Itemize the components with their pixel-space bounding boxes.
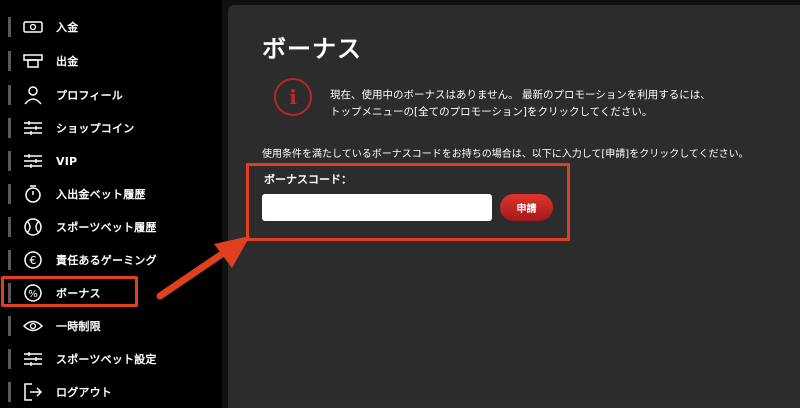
eye-icon xyxy=(22,315,44,337)
sidebar-item-time-limit[interactable]: 一時制限 xyxy=(0,309,222,343)
withdraw-icon xyxy=(22,50,44,72)
sliders-icon xyxy=(22,117,44,139)
sidebar-item-marker xyxy=(8,382,11,402)
svg-text:€: € xyxy=(30,254,37,267)
sidebar-item-marker xyxy=(8,217,11,237)
info-icon: i xyxy=(274,78,312,116)
apply-button[interactable]: 申請 xyxy=(500,194,553,221)
sidebar-item-sports-settings[interactable]: スポーツベット設定 xyxy=(0,342,222,376)
sidebar-item-profile[interactable]: プロフィール xyxy=(0,78,222,112)
sidebar-item-responsible-gaming[interactable]: € 責任あるゲーミング xyxy=(0,243,222,277)
sidebar-item-label: 一時制限 xyxy=(56,320,101,333)
sidebar-item-marker xyxy=(8,51,11,71)
page-title: ボーナス xyxy=(262,35,362,63)
bonus-code-input[interactable] xyxy=(262,194,492,221)
ball-icon xyxy=(22,216,44,238)
sidebar-item-label: ログアウト xyxy=(56,386,112,399)
stopwatch-icon xyxy=(22,183,44,205)
sidebar-item-label: スポーツベット履歴 xyxy=(56,221,157,234)
highlight-box-bonus xyxy=(1,276,138,307)
sliders-icon xyxy=(22,348,44,370)
sidebar-item-label: ショップコイン xyxy=(56,122,135,135)
sidebar-item-marker xyxy=(8,118,11,138)
sidebar-item-vip[interactable]: VIP xyxy=(0,144,222,178)
sidebar-item-sports-history[interactable]: スポーツベット履歴 xyxy=(0,210,222,244)
sidebar-item-marker xyxy=(8,250,11,270)
sidebar-item-label: スポーツベット設定 xyxy=(56,353,157,366)
sidebar-item-label: 入金 xyxy=(56,21,79,34)
sidebar: 入金 出金 プロフィール ショップコイン VIP 入出金ベット履歴 スポーツベッ… xyxy=(0,0,222,408)
sidebar-item-marker xyxy=(8,184,11,204)
sidebar-item-label: 責任あるゲーミング xyxy=(56,254,157,267)
sidebar-item-deposit[interactable]: 入金 xyxy=(0,10,222,44)
deposit-icon xyxy=(22,16,44,38)
sidebar-item-marker xyxy=(8,151,11,171)
bonus-panel: ボーナス i 現在、使用中のボーナスはありません。 最新のプロモーションを利用す… xyxy=(228,5,800,408)
logout-icon xyxy=(22,381,44,403)
sliders-icon xyxy=(22,150,44,172)
sidebar-item-shop-coin[interactable]: ショップコイン xyxy=(0,111,222,145)
notice-text-line2: トップメニューの[全てのプロモーション]をクリックしてください。 xyxy=(330,106,653,118)
notice-text-line1: 現在、使用中のボーナスはありません。 最新のプロモーションを利用するには、 xyxy=(330,89,711,101)
condition-text: 使用条件を満たしているボーナスコードをお持ちの場合は、以下に入力して[申請]をク… xyxy=(262,149,749,160)
user-icon xyxy=(22,84,44,106)
sidebar-item-label: 出金 xyxy=(56,55,79,68)
sidebar-item-label: VIP xyxy=(56,154,78,168)
sidebar-item-transaction-history[interactable]: 入出金ベット履歴 xyxy=(0,177,222,211)
euro-icon: € xyxy=(22,249,44,271)
sidebar-item-logout[interactable]: ログアウト xyxy=(0,375,222,408)
sidebar-item-marker xyxy=(8,349,11,369)
sidebar-item-withdraw[interactable]: 出金 xyxy=(0,44,222,78)
sidebar-item-marker xyxy=(8,17,11,37)
bonus-code-label: ボーナスコード： xyxy=(264,173,352,186)
sidebar-item-label: 入出金ベット履歴 xyxy=(56,188,146,201)
sidebar-item-marker xyxy=(8,316,11,336)
sidebar-item-label: プロフィール xyxy=(56,89,123,102)
sidebar-item-marker xyxy=(8,85,11,105)
